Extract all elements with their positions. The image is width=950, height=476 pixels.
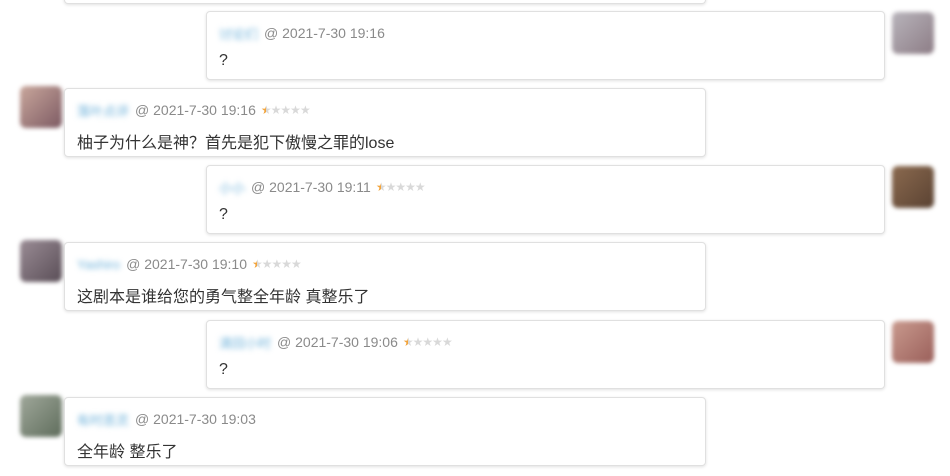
username-link[interactable]: 讨论们 [219, 24, 258, 43]
message-meta: 有时恶灵 @ 2021-7-30 19:03 [77, 410, 256, 428]
message-meta: Yashiro @ 2021-7-30 19:10 ★ ★ ★ ★ ★ [77, 255, 302, 273]
avatar[interactable] [892, 166, 934, 208]
message-text: ? [219, 361, 228, 378]
message-text: 全年龄 整乐了 [77, 444, 178, 461]
message-bubble: 讨论们 @ 2021-7-30 19:16? [206, 11, 885, 80]
avatar[interactable] [892, 12, 934, 54]
star-icon: ★ [291, 257, 302, 271]
message-text: 这剧本是谁给您的勇气整全年龄 真整乐了 [77, 289, 370, 306]
timestamp: @ 2021-7-30 19:10 [126, 256, 247, 272]
star-icon: ★ [251, 257, 263, 271]
star-icon: ★ [441, 335, 453, 349]
star-icon: ★ [375, 180, 387, 194]
star-icon: ★ [280, 103, 291, 117]
message-bubble: Yashiro @ 2021-7-30 19:10 ★ ★ ★ ★ ★ 这剧本是谁给您的勇气整… [64, 242, 706, 311]
message-meta: 清回小时 @ 2021-7-30 19:06 ★ ★ ★ ★ ★ [219, 333, 453, 352]
message-text: ? [219, 206, 228, 223]
message-meta: 小小 @ 2021-7-30 19:11 ★ ★ ★ ★ ★ [219, 178, 426, 197]
previous-message-bubble-fragment [64, 0, 706, 4]
star-icon: ★ [299, 103, 311, 117]
star-icon: ★ [385, 180, 397, 194]
timestamp: @ 2021-7-30 19:06 [277, 334, 398, 350]
star-icon: ★ [271, 257, 283, 271]
rating-stars: ★ ★ ★ ★ ★ [402, 335, 453, 349]
star-icon: ★ [414, 180, 426, 194]
username-link[interactable]: Yashiro [77, 257, 120, 272]
star-icon: ★ [402, 335, 414, 349]
star-icon: ★ [281, 257, 292, 271]
message-text: ? [219, 52, 228, 69]
message-bubble: 有时恶灵 @ 2021-7-30 19:03 全年龄 整乐了 [64, 397, 706, 466]
avatar[interactable] [20, 86, 62, 128]
rating-stars: ★ ★ ★ ★ ★ [251, 257, 302, 271]
message-text: 柚子为什么是神？首先是犯下傲慢之罪的lose [77, 135, 395, 152]
avatar[interactable] [20, 395, 62, 437]
message-meta: 讨论们 @ 2021-7-30 19:16 [219, 24, 385, 42]
username-link[interactable]: 小小 [219, 178, 245, 197]
timestamp: @ 2021-7-30 19:03 [135, 411, 256, 427]
timestamp: @ 2021-7-30 19:11 [251, 179, 371, 195]
star-icon: ★ [432, 335, 443, 349]
star-icon: ★ [270, 103, 282, 117]
star-icon: ★ [260, 103, 272, 117]
message-meta: 落叶点评 @ 2021-7-30 19:16 ★ ★ ★ ★ ★ [77, 101, 311, 120]
message-bubble: 清回小时 @ 2021-7-30 19:06 ★ ★ ★ ★ ★? [206, 320, 885, 389]
avatar[interactable] [892, 321, 934, 363]
star-icon: ★ [290, 103, 301, 117]
username-link[interactable]: 清回小时 [219, 333, 271, 352]
star-icon: ★ [412, 335, 424, 349]
message-bubble: 落叶点评 @ 2021-7-30 19:16 ★ ★ ★ ★ ★ 柚子为什么是神？首先是犯下傲… [64, 88, 706, 157]
timestamp: @ 2021-7-30 19:16 [264, 25, 385, 41]
message-bubble: 小小 @ 2021-7-30 19:11 ★ ★ ★ ★ ★? [206, 165, 885, 234]
avatar[interactable] [20, 240, 62, 282]
rating-stars: ★ ★ ★ ★ ★ [375, 180, 426, 194]
star-icon: ★ [422, 335, 433, 349]
star-icon: ★ [261, 257, 273, 271]
username-link[interactable]: 有时恶灵 [77, 410, 129, 429]
timestamp: @ 2021-7-30 19:16 [135, 102, 256, 118]
star-icon: ★ [395, 180, 406, 194]
star-icon: ★ [405, 180, 416, 194]
rating-stars: ★ ★ ★ ★ ★ [260, 103, 311, 117]
username-link[interactable]: 落叶点评 [77, 101, 129, 120]
